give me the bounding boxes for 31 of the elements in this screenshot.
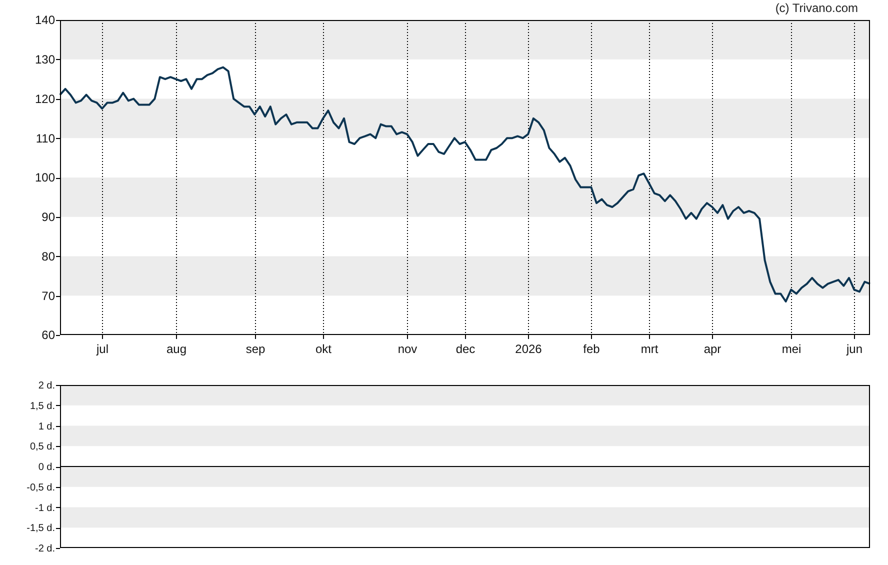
x-axis-label: apr [704, 342, 722, 356]
copyright-text: (c) Trivano.com [775, 0, 858, 14]
y-axis-label: 1 d. [38, 421, 55, 432]
y-axis-label: 80 [42, 249, 55, 264]
y-axis-label: 0 d. [38, 462, 55, 473]
x-axis-label: jun [846, 342, 862, 356]
y-axis-label: 2 d. [38, 380, 55, 392]
y-axis-label: 0,5 d. [30, 442, 55, 453]
y-axis-label: -1 d. [34, 502, 55, 514]
y-axis-label: 70 [42, 288, 55, 303]
y-axis-label: 140 [34, 14, 55, 28]
y-axis-label: 110 [36, 131, 55, 146]
y-axis-label: 60 [42, 328, 55, 342]
x-axis-label: nov [398, 342, 418, 356]
x-axis-label: feb [583, 342, 600, 356]
y-axis-label: 120 [34, 92, 55, 106]
y-axis-label: 90 [42, 210, 55, 224]
x-axis-label: dec [456, 342, 476, 356]
x-axis-label: aug [166, 342, 187, 356]
x-axis-label: sep [246, 342, 266, 356]
x-axis-label: jul [96, 342, 108, 356]
y-axis-label: -1,5 d. [26, 523, 55, 534]
x-axis-label: 2026 [515, 342, 542, 356]
y-axis-label: -0,5 d. [26, 482, 55, 494]
y-axis-label: 130 [34, 52, 55, 67]
y-axis-label: -2 d. [34, 544, 55, 554]
y-axis-label: 100 [34, 170, 55, 185]
y-axis-label: 1,5 d. [30, 400, 55, 412]
x-axis-label: okt [316, 342, 332, 356]
x-axis-label: mrt [640, 342, 658, 356]
x-axis-label: mei [782, 342, 802, 356]
